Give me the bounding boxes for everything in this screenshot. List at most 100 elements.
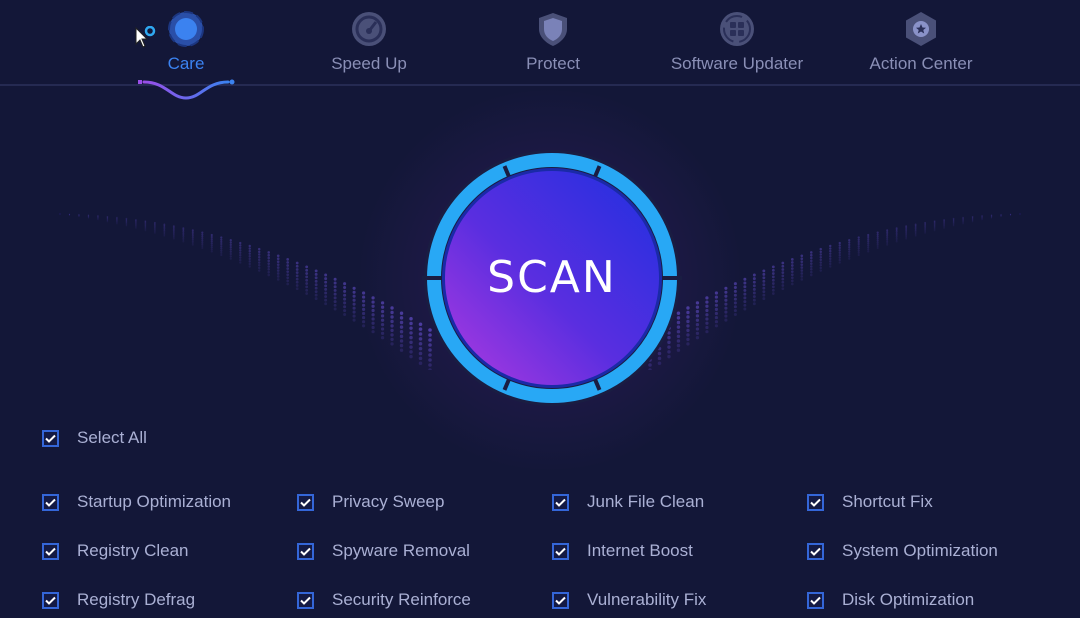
- particle-dot: [867, 235, 870, 239]
- particle-dot: [239, 254, 242, 257]
- particle-dot: [399, 339, 404, 343]
- particle-dot: [314, 269, 318, 273]
- particle-dot: [267, 253, 270, 257]
- particle-dot: [705, 300, 709, 304]
- particle-dot: [695, 301, 700, 305]
- tab-care[interactable]: Care: [106, 10, 266, 74]
- particle-dot: [886, 243, 889, 246]
- option-checkbox-vulnerability-fix[interactable]: Vulnerability Fix: [552, 590, 706, 610]
- particle-dot: [686, 337, 690, 342]
- particle-dot: [848, 250, 851, 253]
- particle-dot: [267, 262, 270, 265]
- particle-dot: [220, 240, 223, 243]
- tab-speed-up[interactable]: Speed Up: [289, 10, 449, 74]
- particle-dot: [886, 229, 889, 232]
- particle-dot: [790, 279, 794, 283]
- checkbox-checked-icon: [42, 493, 59, 511]
- particle-dot: [257, 264, 261, 267]
- option-checkbox-privacy-sweep[interactable]: Privacy Sweep: [297, 492, 444, 512]
- option-checkbox-security-reinforce[interactable]: Security Reinforce: [297, 590, 471, 610]
- particle-dot: [800, 266, 804, 269]
- option-checkbox-internet-boost[interactable]: Internet Boost: [552, 541, 693, 561]
- particle-dot: [838, 254, 841, 257]
- particle-dot: [229, 250, 232, 253]
- particle-dot: [800, 278, 804, 281]
- particle-dot: [895, 240, 898, 243]
- particle-dot: [743, 300, 747, 304]
- particle-dot: [714, 311, 718, 316]
- particle-dot: [752, 284, 756, 288]
- particle-dot: [343, 297, 347, 301]
- particle-dot: [59, 213, 60, 214]
- option-checkbox-spyware-removal[interactable]: Spyware Removal: [297, 541, 470, 561]
- particle-dot: [781, 274, 785, 278]
- particle-dot: [933, 229, 936, 232]
- particle-dot: [248, 247, 251, 250]
- particle-dot: [829, 247, 832, 250]
- particle-dot: [362, 291, 366, 295]
- particle-dot: [724, 298, 728, 302]
- particle-dot: [191, 229, 194, 232]
- particle-dot: [819, 258, 823, 262]
- tab-protect[interactable]: Protect: [473, 10, 633, 74]
- particle-dot: [399, 311, 404, 315]
- particle-dot: [305, 272, 309, 275]
- particle-dot: [324, 284, 328, 288]
- option-checkbox-startup-optimization[interactable]: Startup Optimization: [42, 492, 231, 512]
- particle-dot: [220, 242, 223, 246]
- particle-dot: [324, 273, 328, 277]
- option-checkbox-junk-file-clean[interactable]: Junk File Clean: [552, 492, 704, 512]
- particle-dot: [886, 231, 889, 234]
- particle-dot: [295, 261, 299, 265]
- particle-dot: [829, 265, 832, 268]
- particle-dot: [257, 258, 261, 262]
- particle-dot: [924, 232, 927, 234]
- particle-dot: [743, 288, 747, 292]
- particle-dot: [371, 317, 375, 321]
- particle-dot: [886, 234, 889, 237]
- particle-dot: [343, 286, 347, 290]
- particle-dot: [191, 240, 194, 243]
- tab-action-center[interactable]: Action Center: [841, 10, 1001, 74]
- particle-dot: [371, 321, 375, 325]
- particle-dot: [867, 250, 870, 253]
- particle-dot: [762, 269, 766, 273]
- option-checkbox-shortcut-fix[interactable]: Shortcut Fix: [807, 492, 933, 512]
- tab-protect-label: Protect: [526, 54, 580, 73]
- option-checkbox-registry-clean[interactable]: Registry Clean: [42, 541, 189, 561]
- particle-dot: [409, 354, 413, 359]
- particle-dot: [810, 251, 813, 254]
- particle-dot: [201, 246, 204, 250]
- particle-dot: [333, 292, 337, 296]
- particle-dot: [257, 250, 261, 254]
- particle-dot: [267, 273, 270, 277]
- particle-dot: [943, 227, 945, 229]
- particle-dot: [771, 285, 775, 289]
- particle-dot: [172, 237, 175, 240]
- particle-dot: [390, 315, 394, 319]
- particle-dot: [971, 220, 974, 223]
- option-label: Vulnerability Fix: [587, 590, 707, 609]
- particle-dot: [305, 288, 309, 292]
- particle-dot: [276, 266, 280, 269]
- option-checkbox-system-optimization[interactable]: System Optimization: [807, 541, 998, 561]
- tab-software-updater[interactable]: Software Updater: [657, 10, 817, 74]
- particle-dot: [705, 304, 709, 308]
- checkbox-checked-icon: [297, 591, 314, 609]
- select-all-label: Select All: [77, 428, 147, 447]
- checkbox-checked-icon: [42, 591, 59, 609]
- select-all-checkbox[interactable]: Select All: [42, 428, 147, 448]
- option-checkbox-registry-defrag[interactable]: Registry Defrag: [42, 590, 195, 610]
- particle-dot: [724, 294, 728, 298]
- particle-dot: [695, 331, 700, 335]
- particle-dot: [229, 255, 232, 258]
- scan-button[interactable]: SCAN: [422, 148, 682, 408]
- particle-dot: [752, 298, 756, 302]
- particle-dot: [695, 305, 700, 309]
- particle-dot: [705, 317, 709, 321]
- particle-dot: [867, 248, 870, 251]
- particle-dot: [239, 246, 242, 250]
- particle-dot: [819, 264, 823, 267]
- particle-dot: [714, 307, 718, 311]
- option-checkbox-disk-optimization[interactable]: Disk Optimization: [807, 590, 974, 610]
